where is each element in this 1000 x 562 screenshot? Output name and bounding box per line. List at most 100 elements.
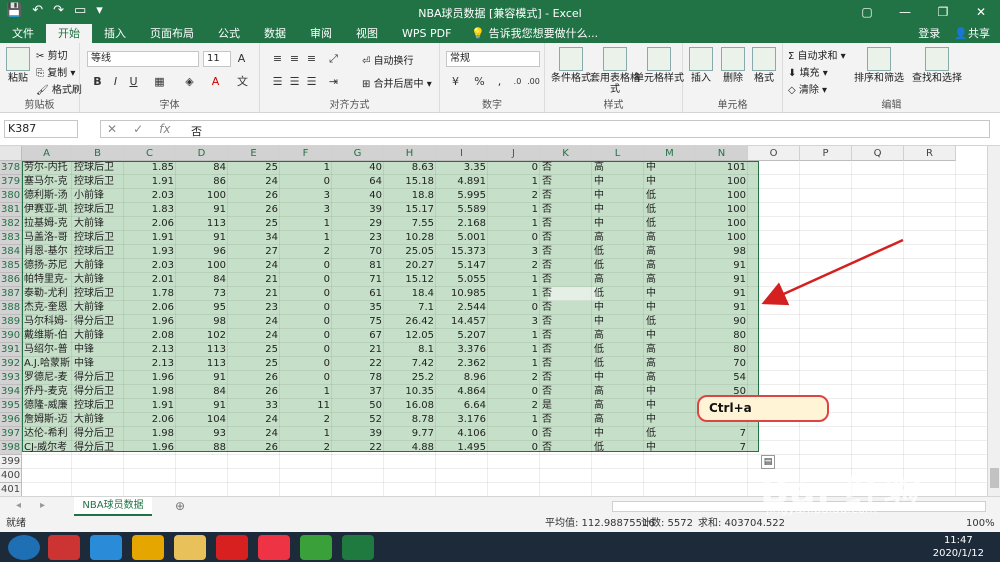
- table-cell[interactable]: 2: [490, 189, 538, 203]
- table-cell[interactable]: 100: [178, 259, 226, 273]
- table-cell[interactable]: 低: [594, 343, 642, 357]
- table-cell[interactable]: 100: [698, 217, 746, 231]
- table-cell[interactable]: 1: [282, 231, 330, 245]
- table-cell[interactable]: 3.176: [438, 413, 486, 427]
- table-cell[interactable]: 113: [178, 343, 226, 357]
- table-cell[interactable]: 马盖洛-哥: [24, 231, 70, 245]
- table-cell[interactable]: 15.18: [386, 175, 434, 189]
- table-cell[interactable]: 1.98: [126, 385, 174, 399]
- taskbar-app-2-icon[interactable]: [258, 535, 290, 560]
- align-left-icon[interactable]: ☰: [270, 74, 285, 89]
- row-header[interactable]: 399: [0, 455, 22, 469]
- table-cell[interactable]: 8.1: [386, 343, 434, 357]
- table-cell[interactable]: 低: [646, 315, 694, 329]
- table-cell[interactable]: 3: [490, 245, 538, 259]
- table-cell[interactable]: 23: [230, 301, 278, 315]
- table-cell[interactable]: 90: [698, 315, 746, 329]
- table-cell[interactable]: 40: [334, 189, 382, 203]
- table-cell[interactable]: 1.98: [126, 427, 174, 441]
- table-cell[interactable]: 24: [230, 329, 278, 343]
- table-cell[interactable]: 2: [490, 371, 538, 385]
- table-cell[interactable]: 得分后卫: [74, 315, 122, 329]
- table-cell[interactable]: 24: [230, 175, 278, 189]
- table-cell[interactable]: 拉基姆-克: [24, 217, 70, 231]
- table-cell[interactable]: 是: [542, 399, 590, 413]
- table-cell[interactable]: 26: [230, 189, 278, 203]
- table-cell[interactable]: 德利斯-汤: [24, 189, 70, 203]
- table-cell[interactable]: 15.12: [386, 273, 434, 287]
- table-cell[interactable]: 肖恩-基尔: [24, 245, 70, 259]
- table-cell[interactable]: 1: [490, 413, 538, 427]
- phonetic-icon[interactable]: 文: [235, 74, 250, 89]
- table-cell[interactable]: 否: [542, 245, 590, 259]
- table-cell[interactable]: 14.457: [438, 315, 486, 329]
- row-header[interactable]: 397: [0, 427, 22, 441]
- taskbar-youdao-icon[interactable]: [216, 535, 248, 560]
- table-cell[interactable]: 26: [230, 441, 278, 455]
- table-cell[interactable]: 2.03: [126, 189, 174, 203]
- table-cell[interactable]: 96: [178, 245, 226, 259]
- table-cell[interactable]: 大前锋: [74, 259, 122, 273]
- table-cell[interactable]: 0: [490, 301, 538, 315]
- table-cell[interactable]: 3.35: [438, 161, 486, 175]
- row-header[interactable]: 400: [0, 469, 22, 483]
- table-cell[interactable]: 否: [542, 413, 590, 427]
- table-cell[interactable]: 0: [282, 273, 330, 287]
- row-header[interactable]: 396: [0, 413, 22, 427]
- table-cell[interactable]: 73: [178, 287, 226, 301]
- table-cell[interactable]: 1.83: [126, 203, 174, 217]
- table-cell[interactable]: 91: [698, 287, 746, 301]
- table-cell[interactable]: 中: [646, 399, 694, 413]
- table-cell[interactable]: 低: [594, 441, 642, 455]
- table-cell[interactable]: 得分后卫: [74, 427, 122, 441]
- table-cell[interactable]: 1: [282, 161, 330, 175]
- row-header[interactable]: 401: [0, 483, 22, 496]
- bold-button[interactable]: B: [90, 74, 105, 89]
- table-cell[interactable]: 88: [178, 441, 226, 455]
- table-cell[interactable]: 0: [282, 287, 330, 301]
- table-cell[interactable]: 中: [646, 329, 694, 343]
- table-cell[interactable]: 中: [594, 315, 642, 329]
- fill-button[interactable]: ⬇ 填充 ▾: [788, 64, 828, 79]
- table-cell[interactable]: 高: [594, 231, 642, 245]
- row-header[interactable]: 392: [0, 357, 22, 371]
- table-cell[interactable]: 1: [282, 217, 330, 231]
- table-cell[interactable]: A.J.哈蒙斯: [24, 357, 70, 371]
- row-header[interactable]: 389: [0, 315, 22, 329]
- tab-wps-pdf[interactable]: WPS PDF: [390, 24, 463, 43]
- table-cell[interactable]: 中: [594, 371, 642, 385]
- table-cell[interactable]: 控球后卫: [74, 399, 122, 413]
- table-cell[interactable]: 24: [230, 413, 278, 427]
- column-header-a[interactable]: A: [22, 146, 72, 161]
- table-cell[interactable]: 2.362: [438, 357, 486, 371]
- table-cell[interactable]: 1: [490, 329, 538, 343]
- table-cell[interactable]: 91: [178, 203, 226, 217]
- taskbar-chrome-icon[interactable]: [132, 535, 164, 560]
- autosum-button[interactable]: Σ 自动求和 ▾: [788, 47, 846, 62]
- taskbar-wechat-icon[interactable]: [300, 535, 332, 560]
- table-cell[interactable]: 劳尔-内托: [24, 161, 70, 175]
- tab-page-layout[interactable]: 页面布局: [138, 24, 206, 43]
- table-cell[interactable]: 18.4: [386, 287, 434, 301]
- table-cell[interactable]: 0: [282, 301, 330, 315]
- close-button[interactable]: ✕: [962, 0, 1000, 24]
- table-cell[interactable]: 0: [282, 343, 330, 357]
- table-cell[interactable]: 否: [542, 217, 590, 231]
- row-header[interactable]: 380: [0, 189, 22, 203]
- tab-data[interactable]: 数据: [252, 24, 298, 43]
- table-cell[interactable]: 乔丹-麦克: [24, 385, 70, 399]
- insert-function-icon[interactable]: fx: [159, 122, 170, 136]
- row-header[interactable]: 379: [0, 175, 22, 189]
- table-cell[interactable]: 否: [542, 371, 590, 385]
- prev-sheet-icon[interactable]: ◂: [16, 500, 21, 511]
- font-size-select[interactable]: 11: [203, 51, 231, 67]
- table-cell[interactable]: 0: [490, 385, 538, 399]
- table-cell[interactable]: 2.13: [126, 357, 174, 371]
- column-header-r[interactable]: R: [904, 146, 956, 161]
- table-cell[interactable]: 高: [594, 329, 642, 343]
- table-cell[interactable]: 8.78: [386, 413, 434, 427]
- table-cell[interactable]: 2.13: [126, 343, 174, 357]
- cancel-icon[interactable]: ✕: [107, 122, 117, 136]
- row-header[interactable]: 388: [0, 301, 22, 315]
- table-cell[interactable]: 15.17: [386, 203, 434, 217]
